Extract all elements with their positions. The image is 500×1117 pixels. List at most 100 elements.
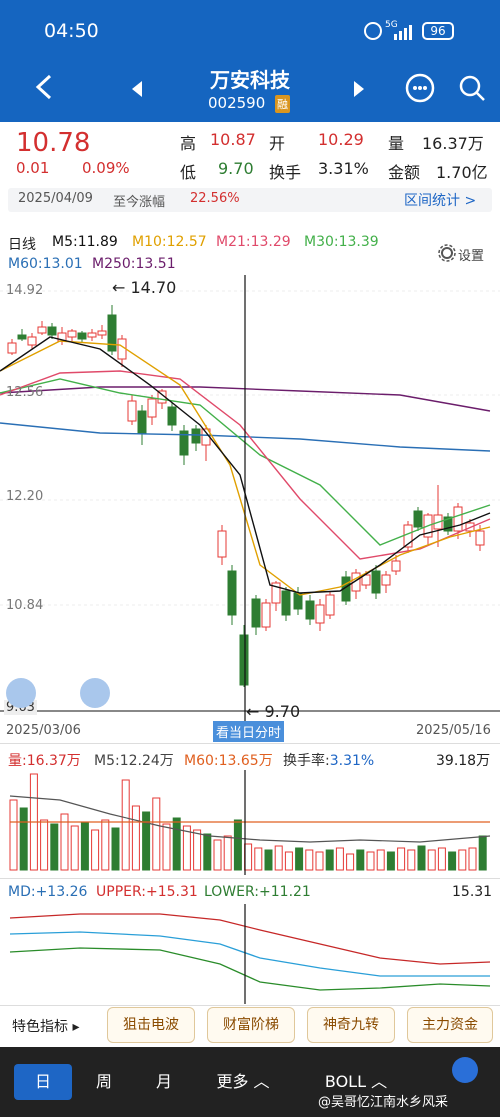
- volume-bar: [376, 849, 385, 871]
- volume-bar: [448, 851, 457, 871]
- since-label: 至今涨幅: [113, 195, 166, 210]
- amount-value: 1.70亿: [436, 163, 488, 182]
- expand-left-icon[interactable]: [6, 678, 36, 708]
- range-stats-link[interactable]: 区间统计 >: [404, 190, 476, 210]
- candle-body: [371, 570, 381, 594]
- period-tabs-bar: 日 周 月 更多 ︿ BOLL ︿ @吴哥忆江南水乡风采: [0, 1047, 500, 1117]
- candle-body: [87, 332, 97, 338]
- volume-bar: [254, 847, 263, 871]
- intraday-button[interactable]: 看当日分时: [213, 721, 285, 742]
- ma10-legend: M10:12.57: [132, 234, 207, 250]
- open-value: 10.29: [318, 130, 364, 149]
- volume-bar: [162, 823, 171, 871]
- open-label: 开: [269, 134, 286, 153]
- chip-magic-nine[interactable]: 神奇九转: [307, 1007, 395, 1043]
- nav-bar: 万安科技 002590 融: [0, 60, 500, 122]
- candle-body: [27, 336, 37, 346]
- boll-upper-line: [9, 913, 491, 965]
- candle-body: [127, 400, 137, 422]
- volume-label: 量: [388, 134, 405, 153]
- boll-md-line: [9, 931, 490, 977]
- volume-max: 39.18万: [436, 753, 491, 769]
- volume-bar: [70, 825, 79, 871]
- volume-bar: [468, 847, 477, 871]
- candle-body: [391, 560, 401, 572]
- candle-body: [381, 574, 391, 586]
- volume-bar: [458, 849, 467, 871]
- volume-bar: [335, 847, 344, 871]
- volume-bar: [19, 807, 28, 871]
- ma5-legend: M5:11.89: [52, 234, 118, 250]
- chip-main-funds[interactable]: 主力资金: [407, 1007, 493, 1043]
- candle-body: [325, 594, 335, 616]
- volume-bar: [50, 823, 59, 871]
- settings-label[interactable]: 设置: [458, 245, 484, 264]
- candle-body: [167, 406, 177, 426]
- indicator-toolbar: 特色指标 ▸ 狙击电波 财富阶梯 神奇九转 主力资金: [0, 1005, 500, 1047]
- next-stock-icon[interactable]: [352, 80, 366, 102]
- gear-icon[interactable]: [438, 244, 456, 266]
- candle-body: [17, 334, 27, 340]
- candle-body: [137, 410, 147, 434]
- tab-day[interactable]: 日: [14, 1064, 72, 1100]
- date-start: 2025/03/06: [6, 723, 81, 738]
- volume-bar: [264, 849, 273, 871]
- boll-lower-legend: LOWER:+11.21: [204, 884, 311, 900]
- chip-sniper[interactable]: 狙击电波: [107, 1007, 195, 1043]
- turnover-value: 3.31%: [318, 159, 369, 178]
- candle-body: [191, 428, 201, 444]
- volume-bar: [427, 849, 436, 871]
- volume-bar: [274, 845, 283, 871]
- range-date: 2025/04/09: [18, 191, 93, 206]
- chat-icon[interactable]: [404, 72, 436, 108]
- volume-bar: [315, 851, 324, 871]
- low-label: 低: [180, 163, 197, 182]
- high-label: 高: [180, 134, 197, 153]
- fullscreen-icon[interactable]: [80, 678, 110, 708]
- battery-icon: 96: [422, 22, 454, 40]
- candle-body: [67, 330, 77, 338]
- volume-bar: [142, 811, 151, 871]
- vol-divider: [0, 743, 500, 744]
- chip-wealth-ladder[interactable]: 财富阶梯: [207, 1007, 295, 1043]
- candle-body: [305, 600, 315, 620]
- tab-week[interactable]: 周: [76, 1064, 132, 1100]
- high-marker: ← 14.70: [112, 278, 177, 297]
- candle-body: [239, 634, 249, 686]
- volume-bar: [417, 845, 426, 871]
- boll-lines: [9, 913, 491, 991]
- signal-icon: [392, 24, 418, 44]
- candle-body: [281, 590, 291, 616]
- volume-bar: [40, 819, 49, 871]
- volume-bar: [233, 819, 242, 871]
- price-chart[interactable]: [0, 275, 500, 725]
- float-button-icon[interactable]: [452, 1057, 478, 1083]
- ma250-legend: M250:13.51: [92, 256, 176, 272]
- date-end: 2025/05/16: [416, 723, 491, 738]
- price-change-pct: 0.09%: [82, 159, 130, 177]
- candle-body: [97, 330, 107, 336]
- low-marker-value: 9.70: [264, 702, 301, 721]
- clock: 04:50: [44, 20, 99, 42]
- tab-more[interactable]: 更多 ︿: [200, 1064, 286, 1100]
- tab-month[interactable]: 月: [136, 1064, 192, 1100]
- volume-bar: [346, 853, 355, 871]
- volume-bar: [111, 827, 120, 871]
- volume-bar: [305, 849, 314, 871]
- turnover-label: 换手: [269, 163, 302, 182]
- search-icon[interactable]: [456, 72, 488, 108]
- period-label: 日线: [8, 237, 36, 253]
- volume-bar: [91, 829, 100, 871]
- volume-bar: [121, 779, 130, 871]
- feature-indicators-button[interactable]: 特色指标 ▸: [12, 1016, 79, 1036]
- current-price: 10.78: [16, 128, 91, 158]
- volume-legend: 量:16.37万: [8, 753, 81, 769]
- volume-bar: [152, 797, 161, 871]
- toolbar-divider: [0, 1005, 500, 1006]
- stock-code: 002590: [208, 94, 266, 112]
- volume-chart: [9, 770, 491, 875]
- volume-bar: [397, 847, 406, 871]
- volume-bar: [478, 835, 487, 871]
- volume-bar: [203, 833, 212, 871]
- margin-badge: 融: [275, 95, 290, 113]
